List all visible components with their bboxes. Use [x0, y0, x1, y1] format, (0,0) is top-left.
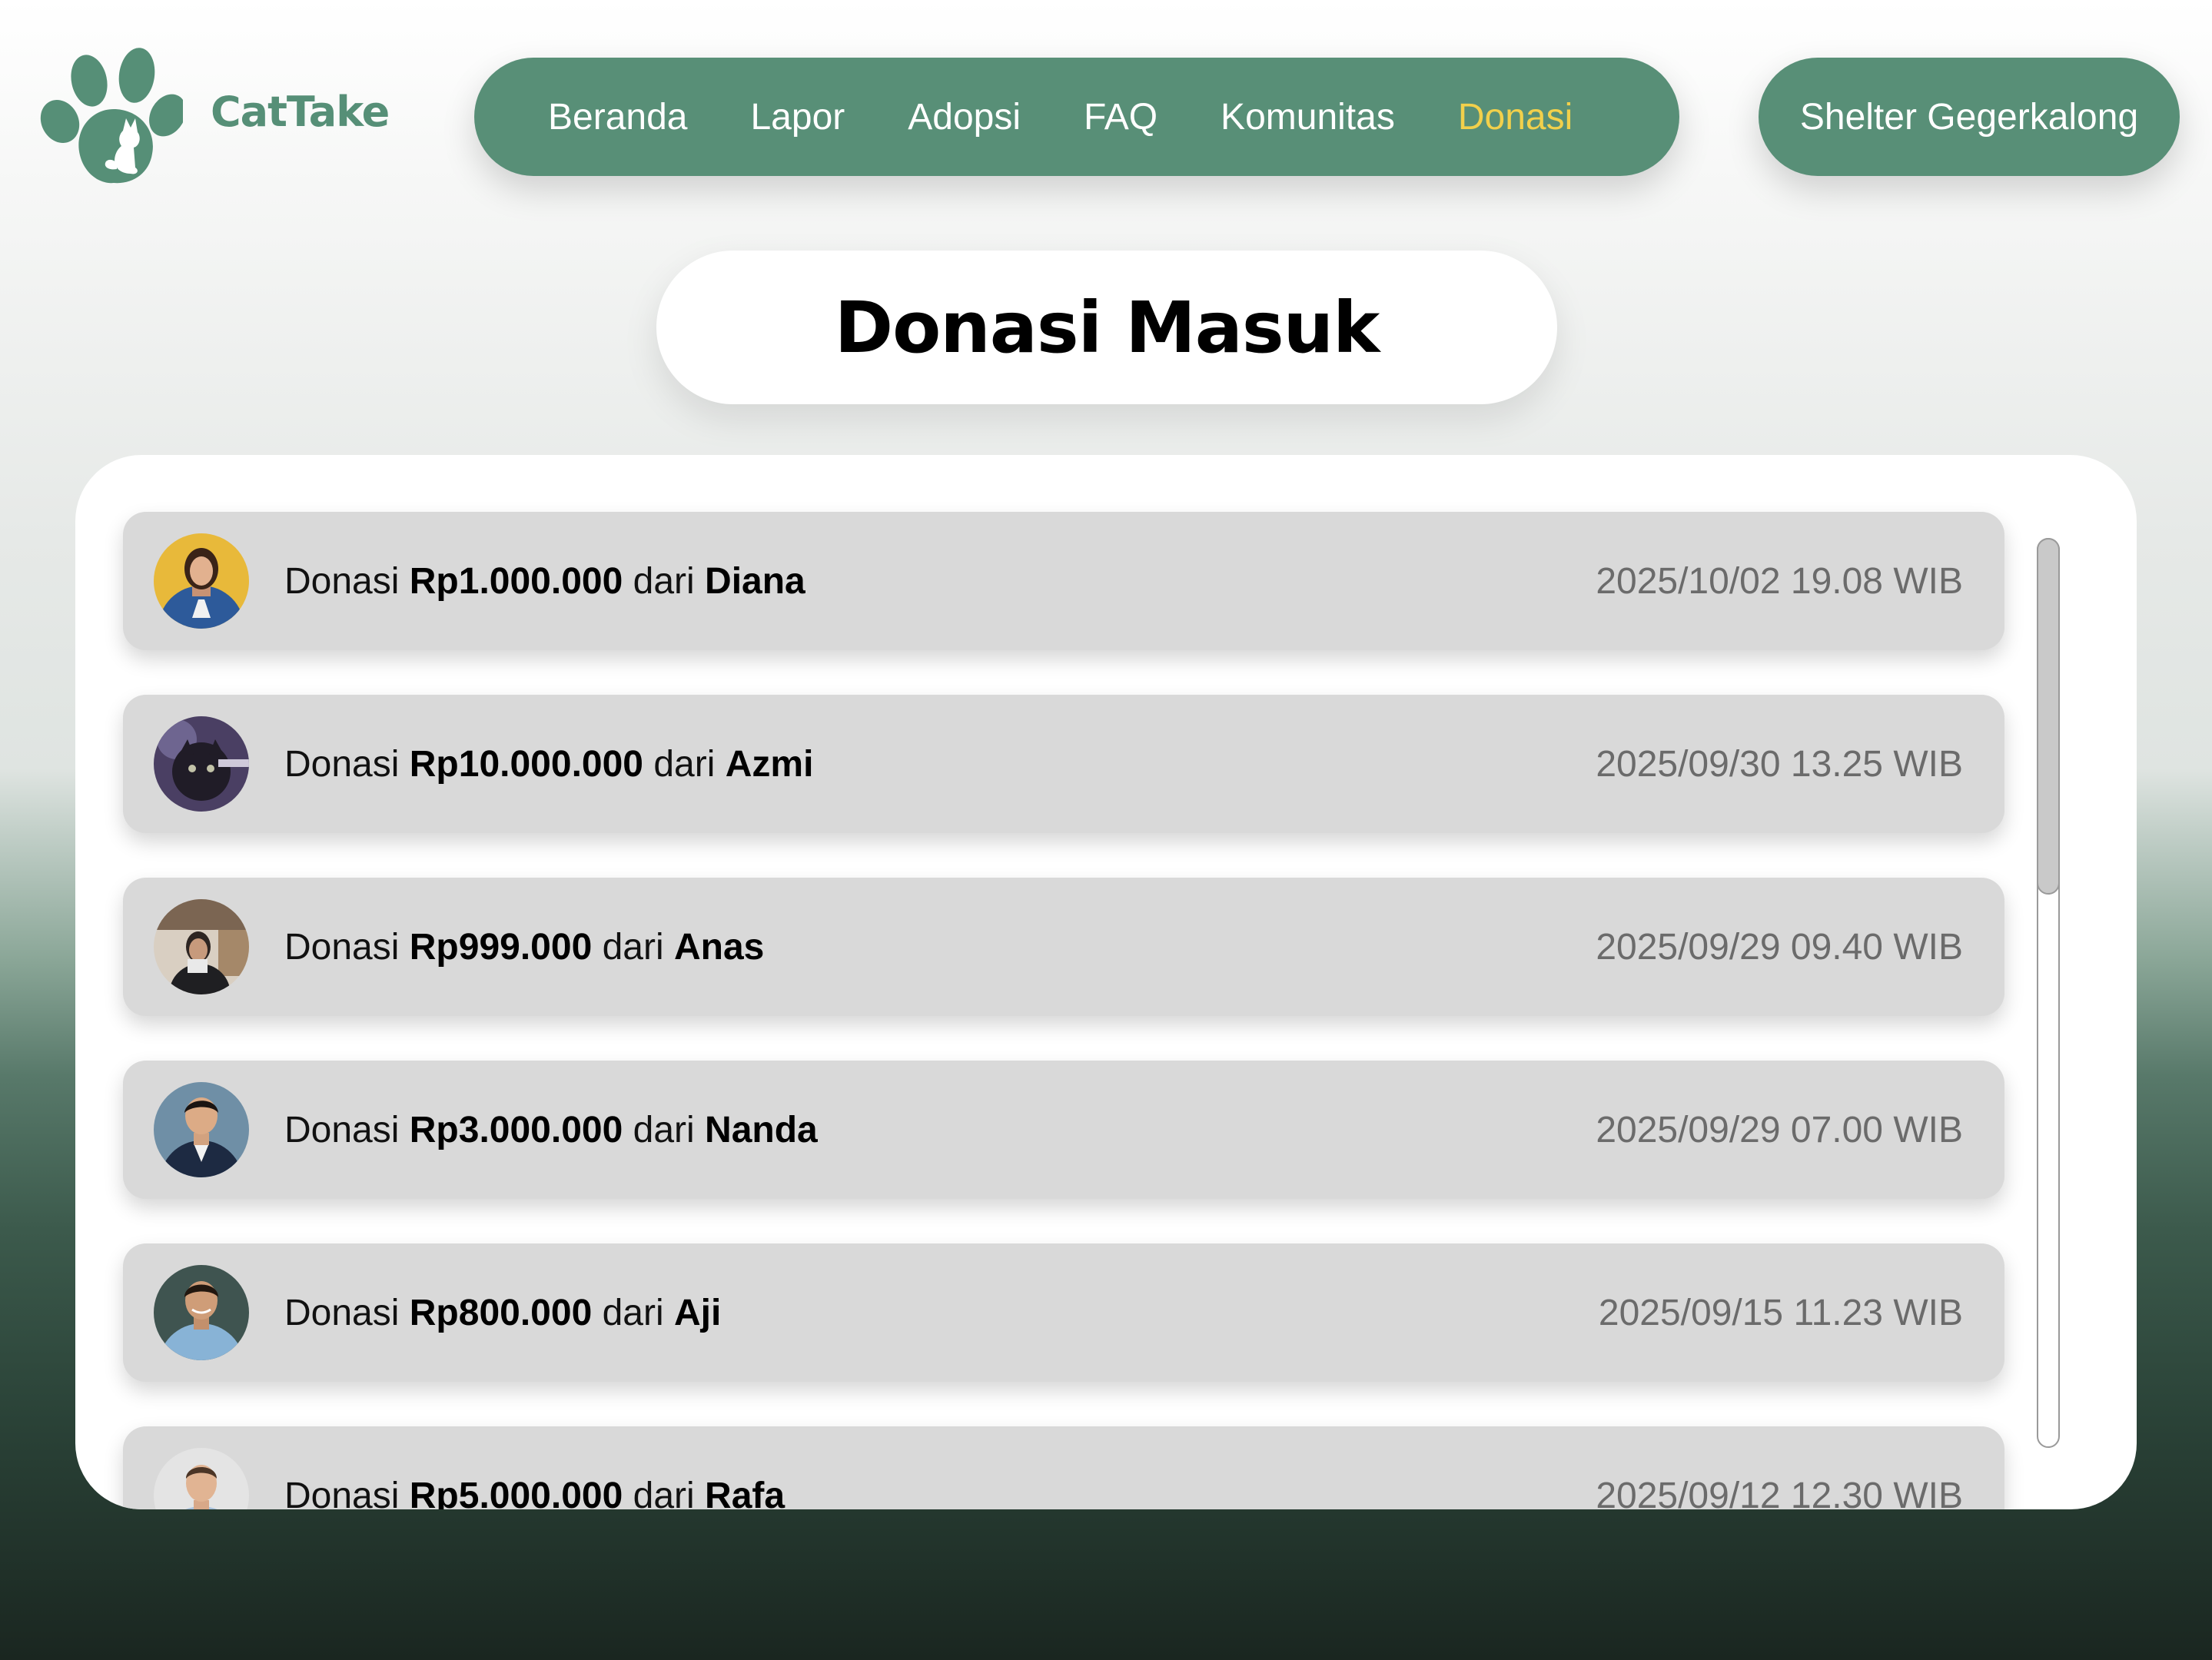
list-scrollbar[interactable] [2037, 538, 2060, 1448]
donation-prefix: Donasi [284, 743, 400, 785]
donation-amount: Rp5.000.000 [409, 1475, 623, 1510]
donation-timestamp: 2025/09/30 13.25 WIB [1596, 743, 1963, 785]
donation-prefix: Donasi [284, 926, 400, 968]
donation-timestamp: 2025/09/29 07.00 WIB [1596, 1109, 1963, 1150]
user-avatar-icon [154, 1265, 249, 1360]
donor-name: Nanda [705, 1109, 818, 1150]
shelter-account-button[interactable]: Shelter Gegerkalong [1759, 58, 2180, 176]
nav-item-faq[interactable]: FAQ [1084, 96, 1157, 138]
user-avatar-icon [154, 533, 249, 629]
avatar [154, 1448, 249, 1509]
nav-item-komunitas[interactable]: Komunitas [1221, 96, 1395, 138]
avatar [154, 533, 249, 629]
donation-row[interactable]: Donasi Rp800.000 dari Aji 2025/09/15 11.… [123, 1243, 2004, 1382]
page-title: Donasi Masuk [834, 286, 1380, 369]
nav-item-beranda[interactable]: Beranda [548, 96, 687, 138]
donation-row[interactable]: Donasi Rp999.000 dari Anas 2025/09/29 09… [123, 878, 2004, 1016]
donation-timestamp: 2025/09/12 12.30 WIB [1596, 1475, 1963, 1510]
donation-list: Donasi Rp1.000.000 dari Diana 2025/10/02… [123, 512, 2004, 1509]
nav-item-adopsi[interactable]: Adopsi [908, 96, 1021, 138]
donor-name: Azmi [725, 743, 814, 785]
donation-timestamp: 2025/09/29 09.40 WIB [1596, 926, 1963, 968]
donation-description: Donasi Rp800.000 dari Aji [284, 1292, 721, 1334]
donation-amount: Rp3.000.000 [409, 1109, 623, 1150]
user-avatar-icon [154, 1448, 249, 1509]
brand-name: CatTake [211, 87, 390, 136]
scrollbar-thumb[interactable] [2037, 538, 2060, 895]
nav-item-lapor[interactable]: Lapor [750, 96, 845, 138]
donation-description: Donasi Rp5.000.000 dari Rafa [284, 1475, 785, 1510]
donor-name: Aji [674, 1292, 722, 1333]
donation-row[interactable]: Donasi Rp10.000.000 dari Azmi 2025/09/30… [123, 695, 2004, 833]
donation-row[interactable]: Donasi Rp1.000.000 dari Diana 2025/10/02… [123, 512, 2004, 650]
donation-description: Donasi Rp3.000.000 dari Nanda [284, 1109, 818, 1151]
donation-row[interactable]: Donasi Rp5.000.000 dari Rafa 2025/09/12 … [123, 1426, 2004, 1509]
donation-description: Donasi Rp10.000.000 dari Azmi [284, 743, 813, 785]
donor-name: Anas [674, 926, 765, 968]
donation-from-word: dari [633, 560, 695, 602]
donation-from-word: dari [602, 1292, 664, 1333]
donation-amount: Rp800.000 [409, 1292, 593, 1333]
donor-name: Rafa [705, 1475, 785, 1510]
donation-row[interactable]: Donasi Rp3.000.000 dari Nanda 2025/09/29… [123, 1061, 2004, 1199]
avatar [154, 1265, 249, 1360]
donation-amount: Rp10.000.000 [409, 743, 643, 785]
main-navigation: Beranda Lapor Adopsi FAQ Komunitas Donas… [474, 58, 1679, 176]
donation-timestamp: 2025/10/02 19.08 WIB [1596, 560, 1963, 602]
nav-item-donasi[interactable]: Donasi [1458, 96, 1573, 138]
paw-logo-icon [40, 48, 183, 184]
donation-prefix: Donasi [284, 1292, 400, 1333]
donation-amount: Rp1.000.000 [409, 560, 623, 602]
donation-prefix: Donasi [284, 1475, 400, 1510]
user-avatar-icon [154, 1082, 249, 1177]
avatar [154, 1082, 249, 1177]
donation-prefix: Donasi [284, 560, 400, 602]
donation-description: Donasi Rp999.000 dari Anas [284, 926, 764, 968]
donation-amount: Rp999.000 [409, 926, 593, 968]
avatar [154, 899, 249, 994]
page-title-card: Donasi Masuk [656, 251, 1557, 404]
donation-list-panel: Donasi Rp1.000.000 dari Diana 2025/10/02… [75, 455, 2137, 1509]
donation-from-word: dari [633, 1109, 695, 1150]
donation-timestamp: 2025/09/15 11.23 WIB [1598, 1292, 1963, 1333]
avatar [154, 716, 249, 812]
donation-prefix: Donasi [284, 1109, 400, 1150]
user-avatar-icon [154, 899, 249, 994]
brand-logo[interactable]: CatTake [37, 38, 390, 184]
donation-from-word: dari [633, 1475, 695, 1510]
donation-from-word: dari [653, 743, 716, 785]
user-avatar-icon [154, 716, 249, 812]
donor-name: Diana [705, 560, 805, 602]
donation-description: Donasi Rp1.000.000 dari Diana [284, 560, 805, 603]
donation-from-word: dari [602, 926, 664, 968]
